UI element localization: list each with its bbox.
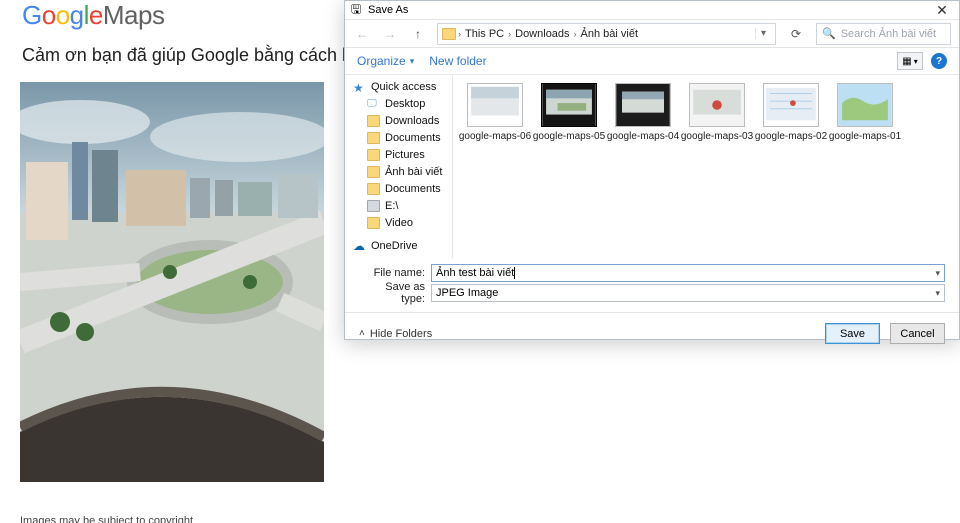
crumb-this-pc[interactable]: This PC	[463, 28, 506, 40]
tree-video[interactable]: Video	[345, 214, 452, 231]
save-form: File name: Ảnh test bài viết▾ Save as ty…	[345, 258, 959, 312]
file-item[interactable]: google-maps-06	[467, 83, 523, 142]
tree-documents[interactable]: Documents	[345, 129, 452, 146]
folder-icon	[367, 115, 380, 127]
save-button[interactable]: Save	[825, 323, 880, 344]
search-input[interactable]: 🔍 Search Ảnh bài viết	[816, 23, 951, 45]
search-icon: 🔍	[822, 27, 836, 40]
folder-icon	[367, 149, 380, 161]
tree-anh-bai-viet[interactable]: Ảnh bài viết	[345, 163, 452, 180]
organize-toolbar: Organize▾ New folder ▦▾ ?	[345, 48, 959, 75]
thumbnail	[541, 83, 597, 127]
forward-button[interactable]: →	[381, 25, 399, 43]
tree-downloads[interactable]: Downloads	[345, 112, 452, 129]
new-folder-button[interactable]: New folder	[429, 54, 486, 68]
dialog-footer: ˄Hide Folders Save Cancel	[345, 312, 959, 354]
drive-icon	[367, 200, 380, 212]
file-item[interactable]: google-maps-04	[615, 83, 671, 142]
view-button[interactable]: ▦▾	[897, 52, 923, 70]
file-label: google-maps-06	[459, 131, 531, 142]
tree-pictures[interactable]: Pictures	[345, 146, 452, 163]
filename-input[interactable]: Ảnh test bài viết▾	[431, 264, 945, 282]
dialog-title: Save As	[368, 4, 408, 16]
tree-e-drive[interactable]: E:\	[345, 197, 452, 214]
tree-quick-access[interactable]: ★Quick access	[345, 78, 452, 95]
nav-tree[interactable]: ★Quick access 🖵Desktop Downloads Documen…	[345, 75, 453, 258]
folder-icon	[367, 183, 380, 195]
file-label: google-maps-03	[681, 131, 753, 142]
tree-onedrive[interactable]: ☁OneDrive	[345, 237, 452, 254]
onedrive-icon: ☁	[353, 239, 366, 252]
up-button[interactable]: ↑	[409, 25, 427, 43]
path-dropdown[interactable]: ▾	[755, 28, 771, 39]
copyright-text: Images may be subject to copyright	[20, 515, 193, 523]
chevron-right-icon: ›	[574, 29, 577, 39]
help-button[interactable]: ?	[931, 53, 947, 69]
tree-desktop[interactable]: 🖵Desktop	[345, 95, 452, 112]
chevron-down-icon[interactable]: ▾	[935, 268, 940, 279]
filename-label: File name:	[359, 267, 431, 279]
folder-icon	[367, 166, 380, 178]
organize-button[interactable]: Organize▾	[357, 54, 414, 68]
hide-folders-button[interactable]: ˄Hide Folders	[359, 328, 432, 340]
tree-documents2[interactable]: Documents	[345, 180, 452, 197]
file-item[interactable]: google-maps-05	[541, 83, 597, 142]
file-label: google-maps-05	[533, 131, 605, 142]
folder-icon	[367, 132, 380, 144]
thumbnail	[467, 83, 523, 127]
file-item[interactable]: google-maps-02	[763, 83, 819, 142]
folder-icon	[367, 217, 380, 229]
file-item[interactable]: google-maps-03	[689, 83, 745, 142]
thumbnail	[689, 83, 745, 127]
titlebar[interactable]: 🖫 Save As ✕	[345, 1, 959, 20]
thumbnail	[763, 83, 819, 127]
file-label: google-maps-01	[829, 131, 901, 142]
file-item[interactable]: google-maps-01	[837, 83, 893, 142]
close-button[interactable]: ✕	[929, 2, 955, 19]
back-button[interactable]: ←	[353, 25, 371, 43]
folder-icon	[442, 28, 456, 40]
file-label: google-maps-02	[755, 131, 827, 142]
report-image	[20, 82, 324, 482]
save-as-dialog: 🖫 Save As ✕ ← → ↑ › This PC › Downloads …	[344, 0, 960, 340]
save-icon: 🖫	[349, 3, 363, 17]
chevron-down-icon: ▾	[410, 56, 415, 67]
crumb-folder[interactable]: Ảnh bài viết	[579, 28, 640, 40]
thumbnail	[615, 83, 671, 127]
nav-toolbar: ← → ↑ › This PC › Downloads › Ảnh bài vi…	[345, 20, 959, 48]
file-pane[interactable]: google-maps-06 google-maps-05 google-map…	[453, 75, 959, 258]
crumb-downloads[interactable]: Downloads	[513, 28, 571, 40]
chevron-right-icon: ›	[458, 29, 461, 39]
refresh-button[interactable]: ⟳	[786, 27, 806, 41]
file-label: google-maps-04	[607, 131, 679, 142]
search-placeholder: Search Ảnh bài viết	[841, 28, 936, 40]
type-label: Save as type:	[359, 281, 431, 305]
chevron-down-icon: ▾	[935, 288, 940, 299]
desktop-icon: 🖵	[367, 98, 380, 110]
cancel-button[interactable]: Cancel	[890, 323, 945, 344]
star-icon: ★	[353, 81, 366, 93]
chevron-right-icon: ›	[508, 29, 511, 39]
breadcrumb[interactable]: › This PC › Downloads › Ảnh bài viết ▾	[437, 23, 776, 45]
type-select[interactable]: JPEG Image▾	[431, 284, 945, 302]
thumbnail	[837, 83, 893, 127]
chevron-up-icon: ˄	[359, 328, 365, 339]
